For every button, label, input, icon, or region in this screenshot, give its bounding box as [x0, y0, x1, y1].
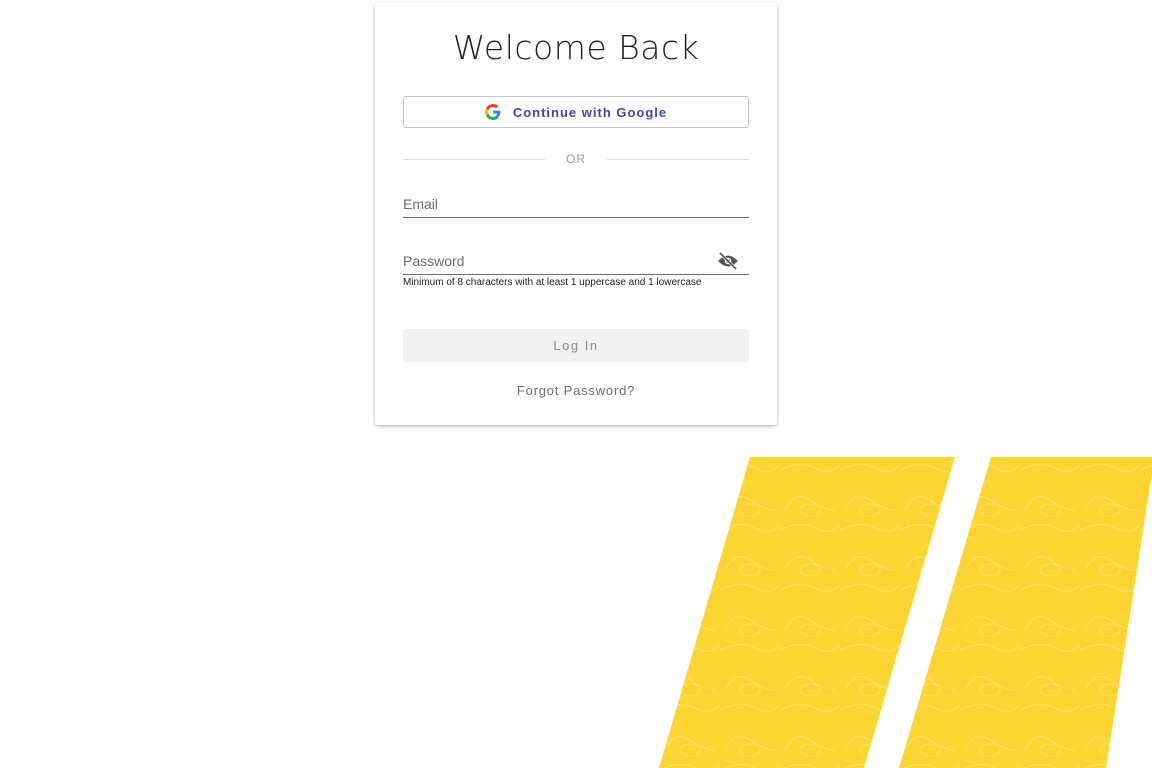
continue-with-google-button[interactable]: Continue with Google [403, 96, 749, 128]
password-field[interactable] [403, 249, 703, 273]
log-in-button[interactable]: Log In [403, 329, 749, 362]
eye-off-icon[interactable] [717, 252, 739, 270]
email-field-container [403, 192, 749, 218]
page-title: Welcome Back [452, 28, 700, 67]
password-field-container [403, 249, 749, 275]
or-divider: OR [403, 151, 749, 167]
email-field[interactable] [403, 192, 703, 216]
login-card: Welcome Back Continue with Google OR Ema… [375, 3, 777, 425]
password-helper-text: Minimum of 8 characters with at least 1 … [403, 277, 702, 288]
google-button-label: Continue with Google [512, 104, 668, 120]
google-g-icon [484, 104, 501, 120]
login-page: Welcome Back Continue with Google OR Ema… [0, 0, 1152, 768]
divider-line-right [607, 159, 749, 160]
forgot-password-link[interactable]: Forgot Password? [375, 383, 777, 398]
